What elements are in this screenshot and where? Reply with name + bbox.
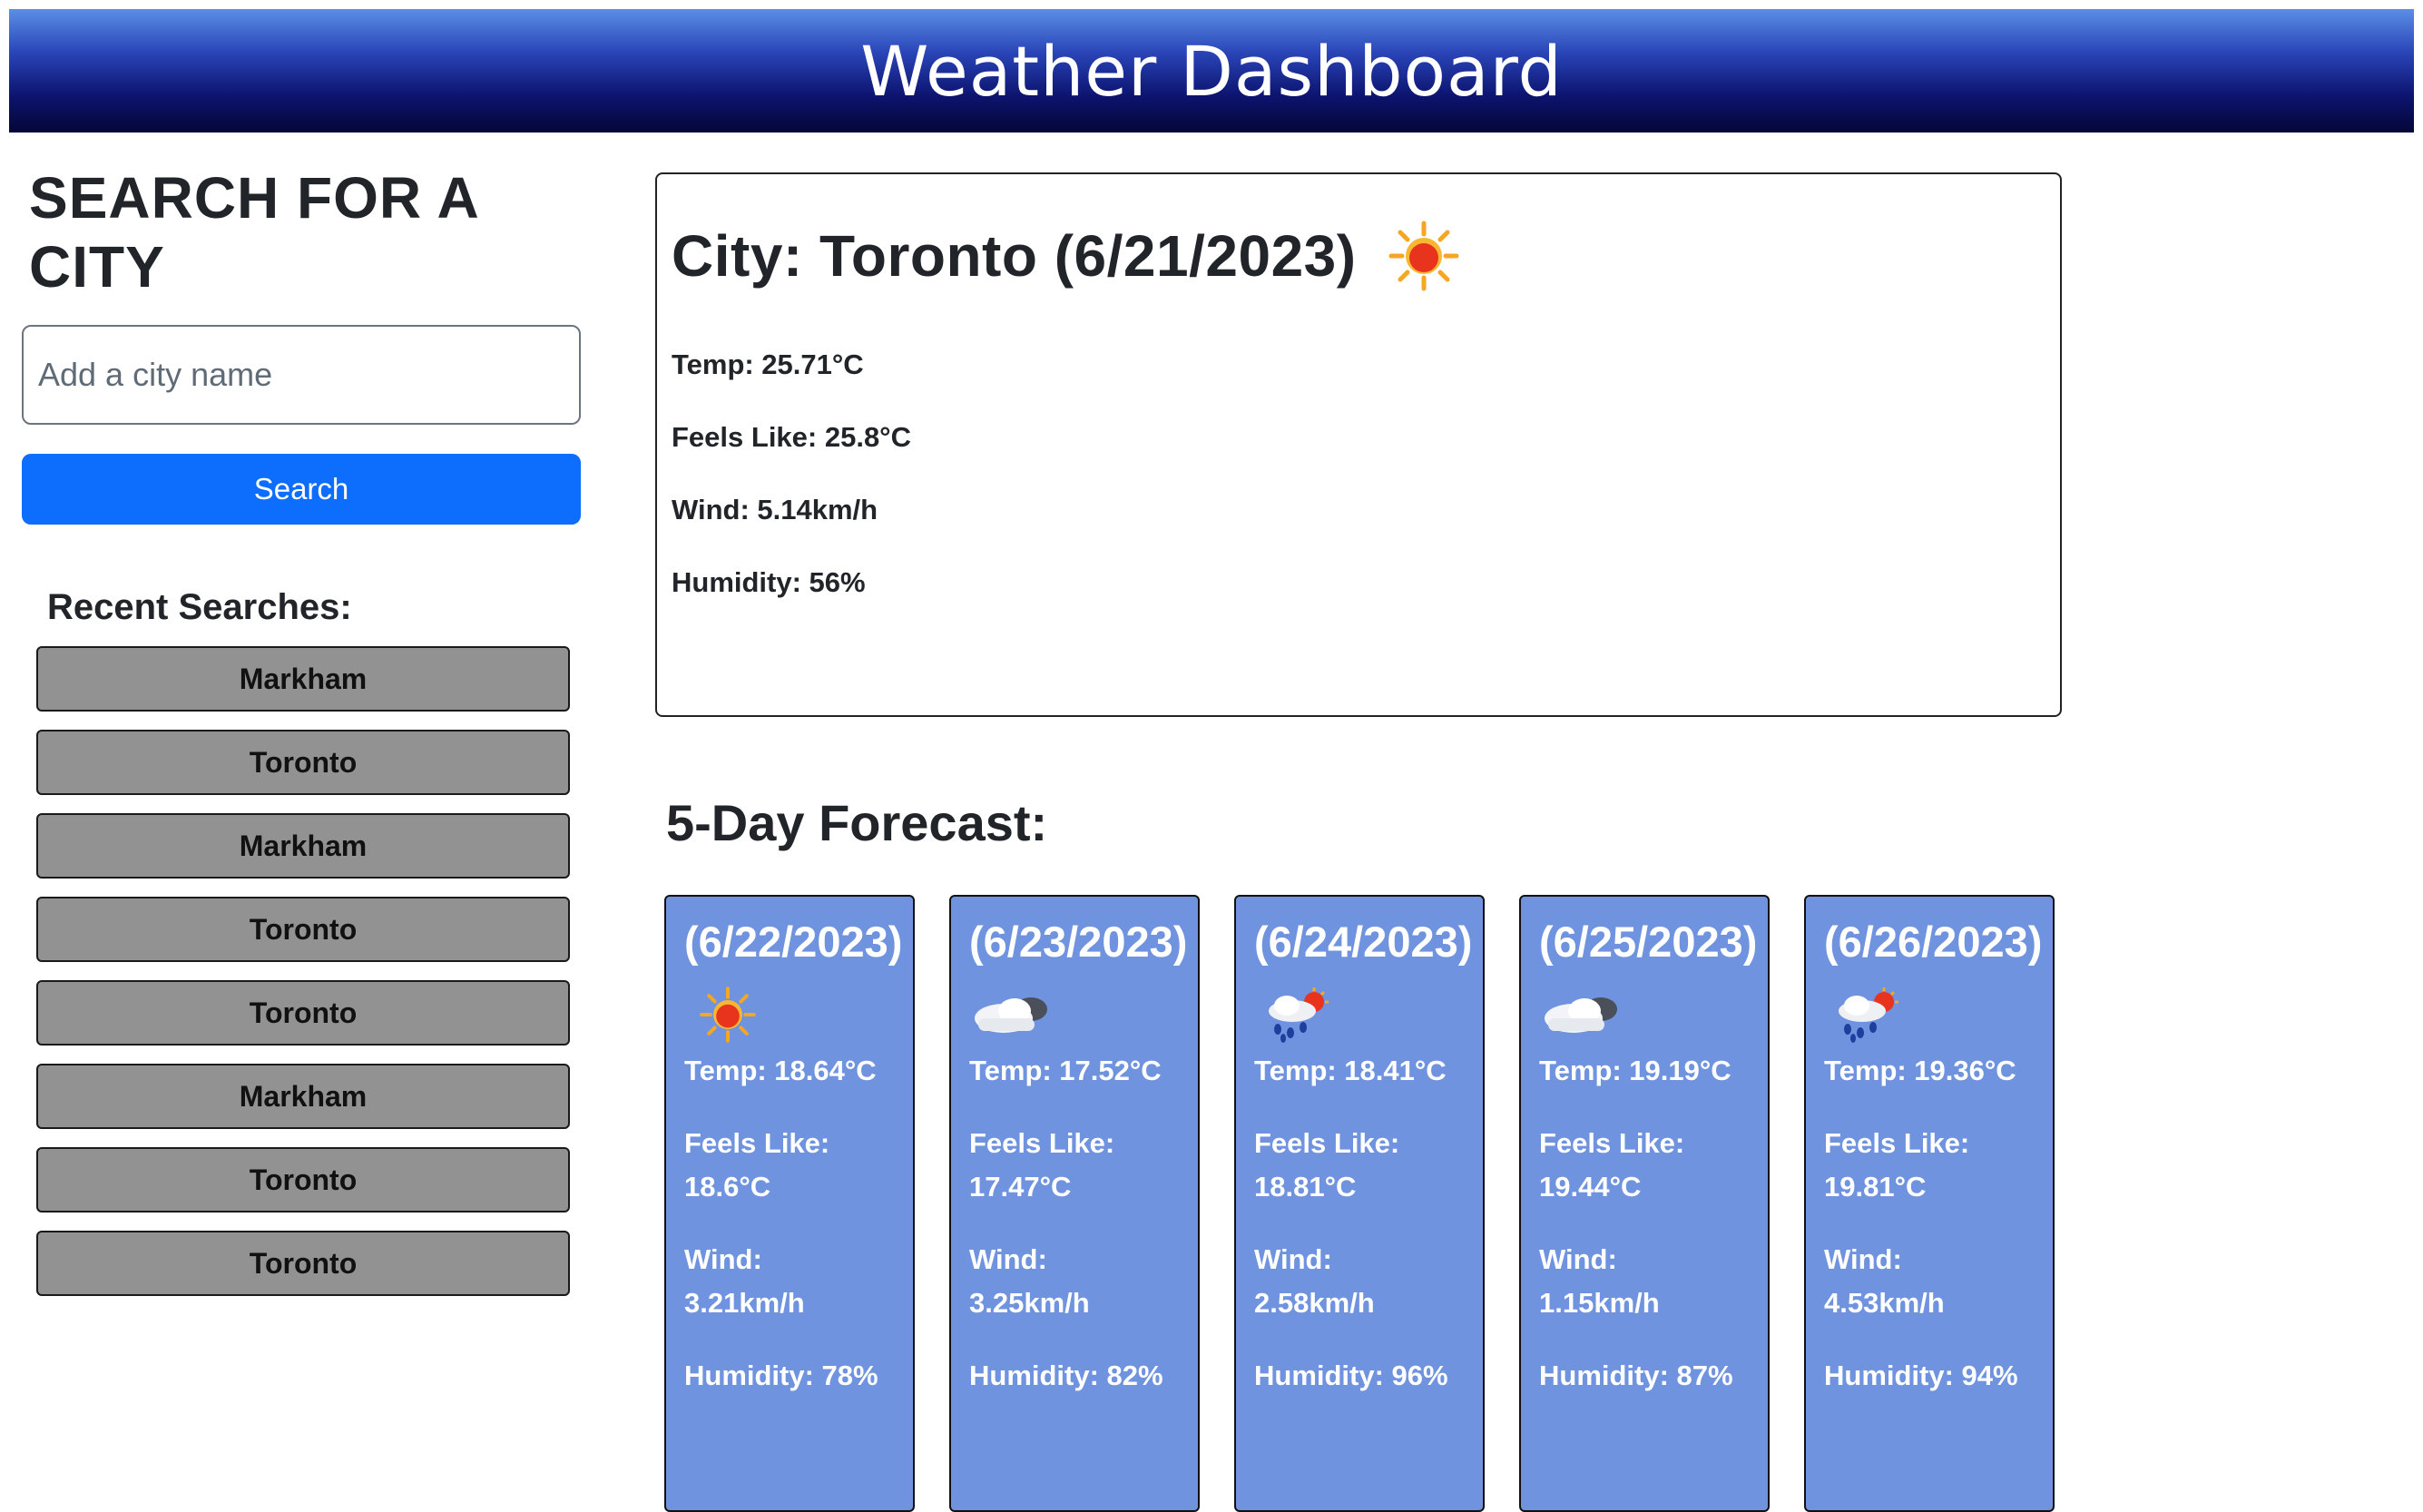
app-header: Weather Dashboard: [9, 9, 2414, 133]
forecast-card: (6/26/2023) Temp: 19.36°C Feels Like: 19…: [1804, 895, 2055, 1512]
recent-search-button[interactable]: Toronto: [36, 1231, 570, 1296]
forecast-card: (6/24/2023) Temp: 18.41°C Feels Like: 18…: [1234, 895, 1485, 1512]
forecast-date: (6/26/2023): [1824, 918, 2043, 966]
sun-icon: [700, 987, 756, 1043]
forecast-wind-label: Wind:: [969, 1243, 1047, 1275]
forecast-wind-value: 3.21km/h: [684, 1287, 805, 1319]
recent-searches-list: Markham Toronto Markham Toronto Toronto …: [36, 646, 581, 1296]
rain-sun-icon: [1254, 986, 1341, 1044]
forecast-humidity: Humidity: 87%: [1539, 1360, 1733, 1391]
current-weather-panel: City: Toronto (6/21/2023) Temp: 25.71°C …: [655, 172, 2062, 717]
forecast-temp: Temp: 19.36°C: [1824, 1055, 2016, 1086]
forecast-wind-label: Wind:: [684, 1243, 762, 1275]
search-sidebar: SEARCH FOR A CITY Search Recent Searches…: [22, 163, 581, 1314]
forecast-feels-label: Feels Like:: [1539, 1127, 1685, 1159]
forecast-card: (6/25/2023) Temp: 19.19°C Feels Like: 19…: [1519, 895, 1770, 1512]
forecast-humidity: Humidity: 94%: [1824, 1360, 2018, 1391]
forecast-title: 5-Day Forecast:: [666, 794, 1048, 851]
forecast-temp: Temp: 17.52°C: [969, 1055, 1162, 1086]
forecast-date: (6/24/2023): [1254, 918, 1473, 966]
cloud-icon: [969, 986, 1056, 1044]
forecast-temp: Temp: 19.19°C: [1539, 1055, 1731, 1086]
current-city-title: City: Toronto (6/21/2023): [672, 223, 1357, 289]
search-heading: SEARCH FOR A CITY: [29, 165, 478, 299]
forecast-feels-value: 19.81°C: [1824, 1171, 1927, 1203]
forecast-humidity: Humidity: 78%: [684, 1360, 878, 1391]
current-temp: Temp: 25.71°C: [672, 349, 864, 380]
recent-search-button[interactable]: Markham: [36, 646, 570, 712]
current-weather-header: City: Toronto (6/21/2023): [672, 211, 2045, 301]
forecast-feels-value: 17.47°C: [969, 1171, 1072, 1203]
forecast-date: (6/23/2023): [969, 918, 1188, 966]
recent-search-button[interactable]: Toronto: [36, 730, 570, 795]
forecast-temp: Temp: 18.64°C: [684, 1055, 877, 1086]
forecast-feels-value: 19.44°C: [1539, 1171, 1642, 1203]
city-search-input[interactable]: [22, 325, 581, 425]
page-title: Weather Dashboard: [860, 30, 1563, 112]
forecast-feels-label: Feels Like:: [684, 1127, 830, 1159]
rain-sun-icon: [1824, 986, 1911, 1044]
recent-searches-title: Recent Searches:: [47, 587, 352, 627]
forecast-humidity: Humidity: 96%: [1254, 1360, 1448, 1391]
forecast-wind-label: Wind:: [1539, 1243, 1617, 1275]
forecast-wind-value: 4.53km/h: [1824, 1287, 1945, 1319]
forecast-wind-label: Wind:: [1824, 1243, 1902, 1275]
forecast-card: (6/23/2023) Temp: 17.52°C Feels Like: 17…: [949, 895, 1200, 1512]
forecast-feels-label: Feels Like:: [969, 1127, 1115, 1159]
forecast-temp: Temp: 18.41°C: [1254, 1055, 1447, 1086]
forecast-card: (6/22/2023) Temp: 18.64°C Feels Like: 18…: [664, 895, 915, 1512]
recent-search-button[interactable]: Toronto: [36, 1147, 570, 1213]
current-feels-like: Feels Like: 25.8°C: [672, 421, 911, 453]
forecast-cards: (6/22/2023) Temp: 18.64°C Feels Like: 18…: [664, 895, 2055, 1512]
forecast-feels-label: Feels Like:: [1824, 1127, 1970, 1159]
forecast-humidity: Humidity: 82%: [969, 1360, 1163, 1391]
recent-search-button[interactable]: Toronto: [36, 897, 570, 962]
current-wind: Wind: 5.14km/h: [672, 494, 878, 525]
cloud-icon: [1539, 986, 1626, 1044]
current-humidity: Humidity: 56%: [672, 566, 866, 598]
recent-search-button[interactable]: Toronto: [36, 980, 570, 1046]
sun-icon: [1388, 220, 1460, 292]
forecast-date: (6/25/2023): [1539, 918, 1758, 966]
forecast-wind-value: 3.25km/h: [969, 1287, 1090, 1319]
search-button[interactable]: Search: [22, 454, 581, 525]
forecast-feels-value: 18.81°C: [1254, 1171, 1357, 1203]
forecast-wind-value: 2.58km/h: [1254, 1287, 1375, 1319]
forecast-date: (6/22/2023): [684, 918, 903, 966]
forecast-wind-label: Wind:: [1254, 1243, 1332, 1275]
forecast-feels-value: 18.6°C: [684, 1171, 771, 1203]
recent-search-button[interactable]: Markham: [36, 1064, 570, 1129]
forecast-feels-label: Feels Like:: [1254, 1127, 1400, 1159]
recent-search-button[interactable]: Markham: [36, 813, 570, 879]
forecast-wind-value: 1.15km/h: [1539, 1287, 1660, 1319]
